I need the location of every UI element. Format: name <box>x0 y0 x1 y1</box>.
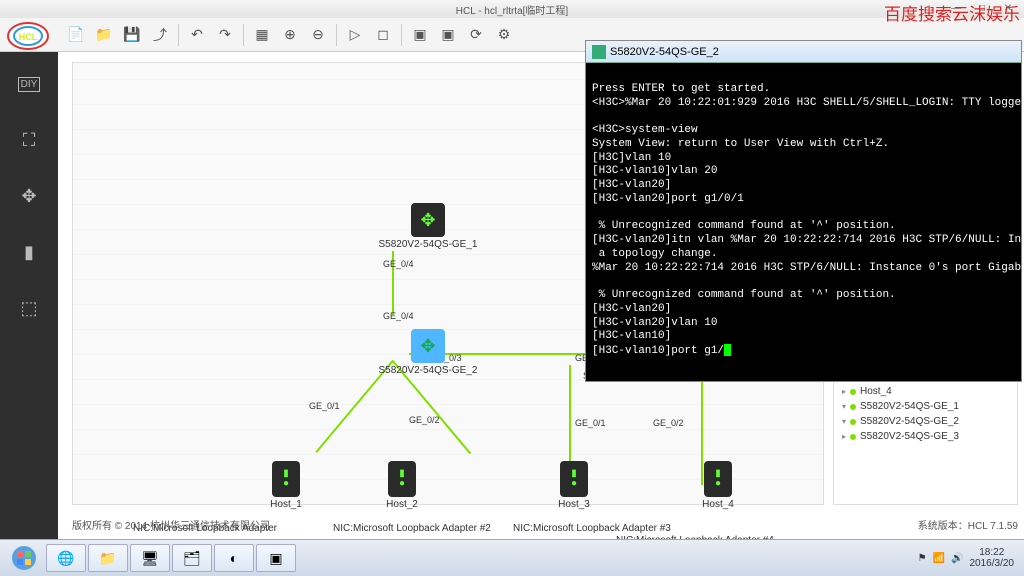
taskbar-clock[interactable]: 18:22 2016/3/20 <box>970 547 1015 569</box>
node-label: Host_4 <box>690 499 746 510</box>
save-icon[interactable]: 💾 <box>120 23 144 47</box>
node-label: S5820V2-54QS-GE_2 <box>363 365 493 376</box>
refresh-icon[interactable]: ⟳ <box>464 23 488 47</box>
port-label: GE_0/2 <box>409 415 440 425</box>
switch-node-1[interactable]: ✥ S5820V2-54QS-GE_1 <box>363 203 493 250</box>
terminal-window[interactable]: S5820V2-54QS-GE_2 Press ENTER to get sta… <box>585 40 1022 382</box>
taskbar-explorer[interactable]: 📁 <box>88 544 128 572</box>
device-tree[interactable]: ▸Host_4 ▾S5820V2-54QS-GE_1 ▾S5820V2-54QS… <box>833 377 1018 505</box>
hcl-logo: HCL <box>4 18 52 54</box>
undo-icon[interactable]: ↶ <box>185 23 209 47</box>
system-tray[interactable]: ⚑ 📶 🔊 18:22 2016/3/20 <box>918 547 1020 569</box>
host-node-2[interactable]: ▮●Host_2 <box>374 461 430 510</box>
redo-icon[interactable]: ↷ <box>213 23 237 47</box>
port-icon[interactable]: ⬚ <box>15 294 43 322</box>
taskbar-hcl[interactable]: ◐ <box>214 544 254 572</box>
svg-text:HCL: HCL <box>19 32 38 42</box>
titlebar: HCL - hcl_rltrta[临时工程] — □ ✕ <box>0 0 1024 18</box>
close-button[interactable]: ✕ <box>996 1 1020 15</box>
zoomout-icon[interactable]: ⊖ <box>306 23 330 47</box>
export-icon[interactable]: ⤴ <box>148 23 172 47</box>
layer1-icon[interactable]: ▣ <box>408 23 432 47</box>
left-sidebar: DIY ⛶ ✥ ▮ ⬚ <box>0 52 58 539</box>
port-label: GE_0/2 <box>653 418 684 428</box>
taskbar-app2[interactable]: 🗂 <box>172 544 212 572</box>
status-bar: 版权所有 © 2014 杭州华三通信技术有限公司 系统版本：HCL 7.1.59 <box>72 515 1018 533</box>
window-title: HCL - hcl_rltrta[临时工程] <box>456 2 568 17</box>
terminal-title: S5820V2-54QS-GE_2 <box>610 46 719 58</box>
settings-icon[interactable]: ⚙ <box>492 23 516 47</box>
port-label: GE_0/4 <box>383 311 414 321</box>
layer2-icon[interactable]: ▣ <box>436 23 460 47</box>
cursor-icon <box>724 344 731 356</box>
stop-icon[interactable]: ◻ <box>371 23 395 47</box>
port-label: GE_0/1 <box>575 418 606 428</box>
version-text: 系统版本：HCL 7.1.59 <box>918 517 1018 532</box>
port-label: GE_0/4 <box>383 259 414 269</box>
minimize-button[interactable]: — <box>944 1 968 15</box>
terminal-icon <box>592 45 606 59</box>
host-node-3[interactable]: ▮●Host_3 <box>546 461 602 510</box>
expand-icon[interactable]: ⛶ <box>15 126 43 154</box>
node-label: Host_2 <box>374 499 430 510</box>
port-label: GE_0/1 <box>309 401 340 411</box>
tray-network-icon[interactable]: 📶 <box>933 553 945 564</box>
diy-icon[interactable]: DIY <box>15 70 43 98</box>
grid-icon[interactable]: ▦ <box>250 23 274 47</box>
host-node-4[interactable]: ▮●Host_4 <box>690 461 746 510</box>
tree-item: ▾S5820V2-54QS-GE_2 <box>838 414 1013 429</box>
copyright-text: 版权所有 © 2014 杭州华三通信技术有限公司 <box>72 517 270 532</box>
taskbar-term[interactable]: ▣ <box>256 544 296 572</box>
windows-taskbar[interactable]: 🌐 📁 🖥 🗂 ◐ ▣ ⚑ 📶 🔊 18:22 2016/3/20 <box>0 539 1024 576</box>
host-node-1[interactable]: ▮●Host_1 <box>258 461 314 510</box>
open-icon[interactable]: 📁 <box>92 23 116 47</box>
tree-item: ▾S5820V2-54QS-GE_1 <box>838 399 1013 414</box>
tree-item: ▸Host_4 <box>838 384 1013 399</box>
move-icon[interactable]: ✥ <box>15 182 43 210</box>
terminal-titlebar[interactable]: S5820V2-54QS-GE_2 <box>586 41 1021 63</box>
tree-item: ▸S5820V2-54QS-GE_3 <box>838 429 1013 444</box>
taskbar-ie[interactable]: 🌐 <box>46 544 86 572</box>
tray-flag-icon[interactable]: ⚑ <box>918 553 927 564</box>
maximize-button[interactable]: □ <box>970 1 994 15</box>
terminal-body[interactable]: Press ENTER to get started. <H3C>%Mar 20… <box>586 63 1021 365</box>
tray-volume-icon[interactable]: 🔊 <box>951 553 963 564</box>
play-icon[interactable]: ▷ <box>343 23 367 47</box>
taskbar-app1[interactable]: 🖥 <box>130 544 170 572</box>
node-label: S5820V2-54QS-GE_1 <box>363 239 493 250</box>
zoomin-icon[interactable]: ⊕ <box>278 23 302 47</box>
server-icon[interactable]: ▮ <box>15 238 43 266</box>
switch-node-2[interactable]: ✥ S5820V2-54QS-GE_2 <box>363 329 493 376</box>
node-label: Host_3 <box>546 499 602 510</box>
new-icon[interactable]: 📄 <box>64 23 88 47</box>
start-button[interactable] <box>4 543 44 573</box>
node-label: Host_1 <box>258 499 314 510</box>
